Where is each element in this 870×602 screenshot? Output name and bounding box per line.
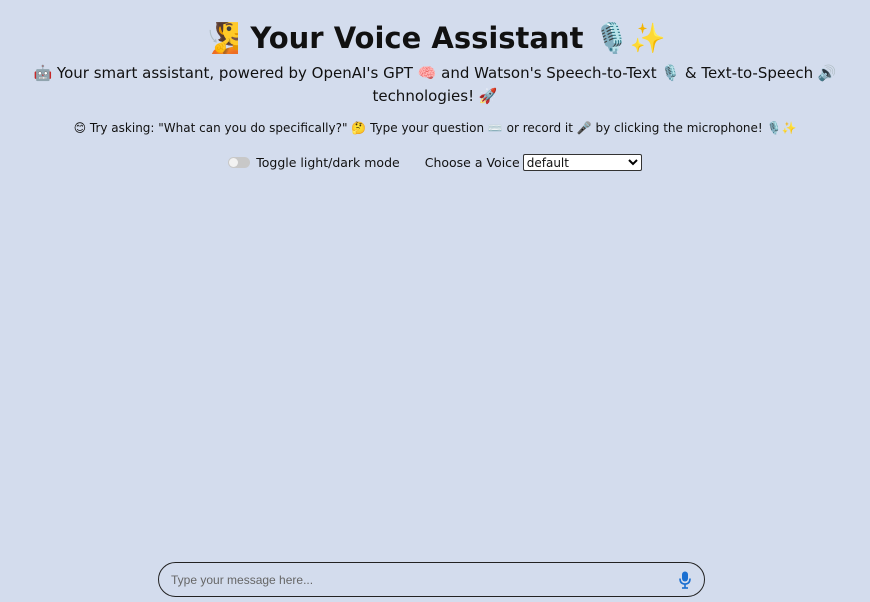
- theme-toggle-label: Toggle light/dark mode: [256, 155, 400, 170]
- voice-label: Choose a Voice: [424, 155, 520, 170]
- voice-chooser: Choose a Voice default: [425, 154, 642, 171]
- voice-selected-value: default: [526, 155, 569, 170]
- theme-toggle-switch[interactable]: [228, 157, 251, 168]
- settings-bar: Toggle light/dark mode Choose a Voice de…: [0, 154, 870, 171]
- usage-hint: 😊 Try asking: "What can you do specifica…: [73, 121, 797, 135]
- chevron-down-icon: [628, 156, 638, 169]
- page-title: 🧏 Your Voice Assistant 🎙️✨: [204, 21, 666, 55]
- toggle-knob: [229, 158, 239, 167]
- theme-toggle-control[interactable]: Toggle light/dark mode: [228, 155, 400, 170]
- message-input-bar: [158, 562, 705, 597]
- message-input[interactable]: [169, 571, 677, 588]
- page-subtitle: 🤖 Your smart assistant, powered by OpenA…: [33, 64, 837, 105]
- microphone-icon[interactable]: [677, 570, 693, 590]
- voice-select[interactable]: default: [522, 154, 642, 171]
- page: 🧏 Your Voice Assistant 🎙️✨ 🤖 Your smart …: [0, 0, 870, 602]
